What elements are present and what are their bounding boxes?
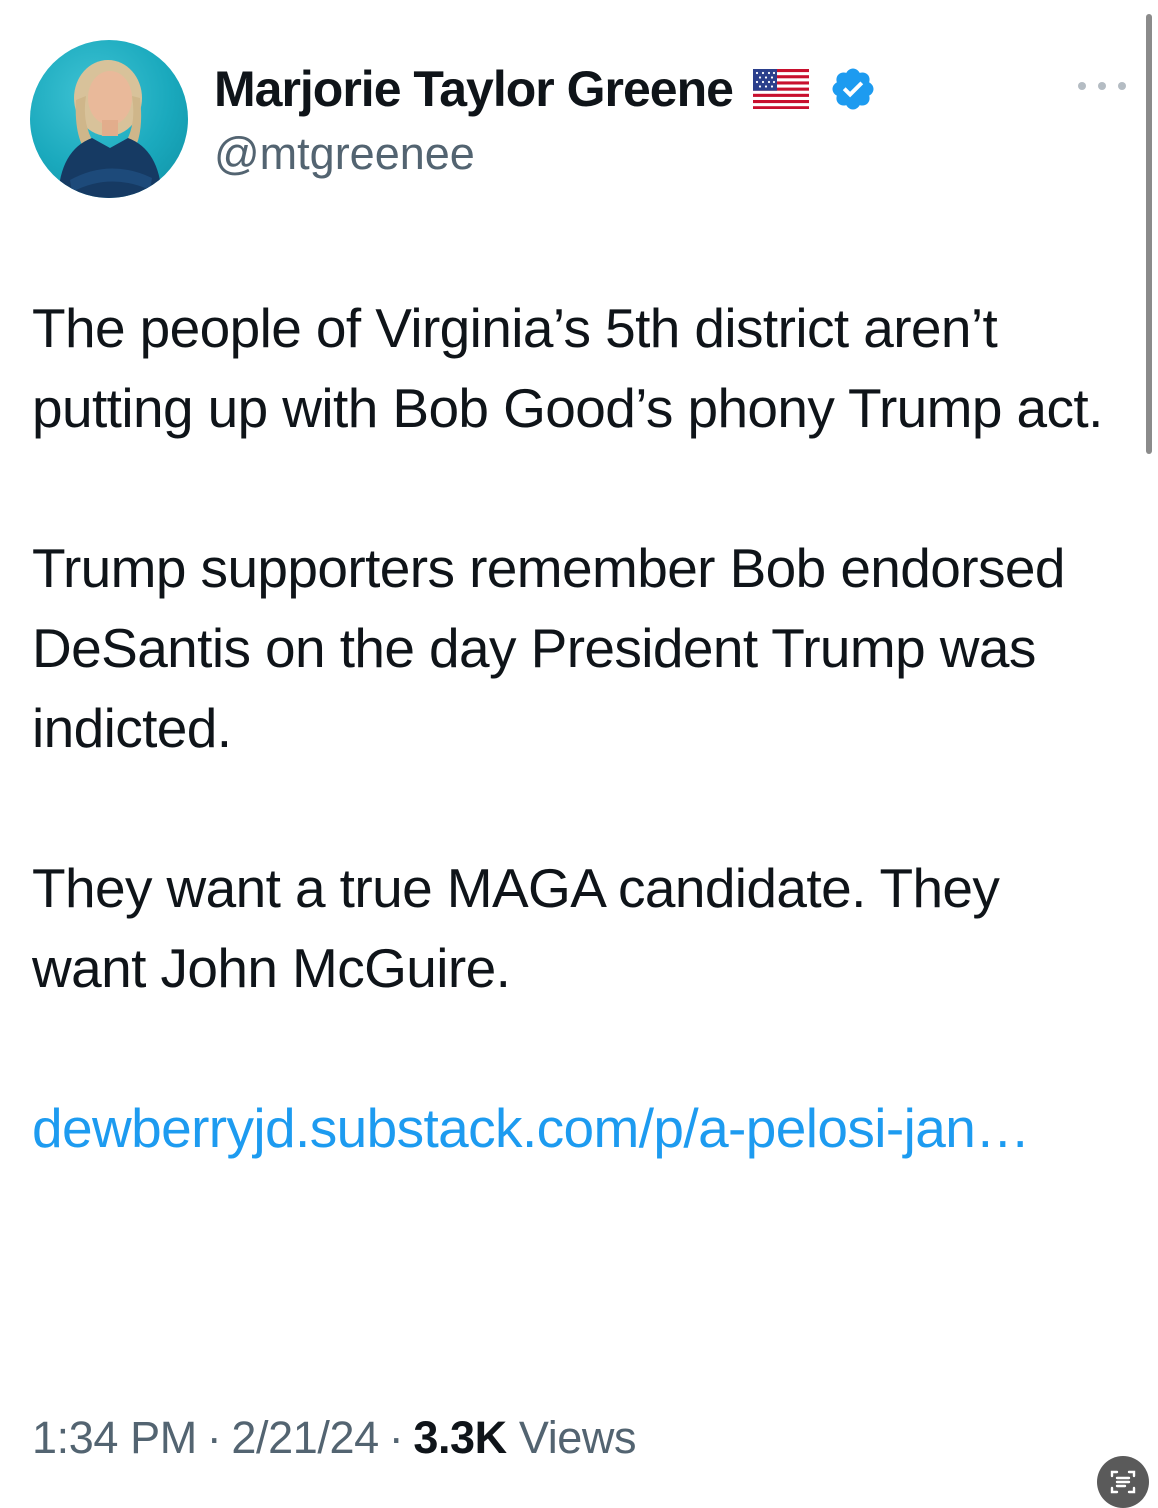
avatar[interactable] (30, 40, 188, 198)
tweet-date[interactable]: 2/21/24 (231, 1412, 379, 1463)
tweet-text: The people of Virginia’s 5th district ar… (32, 288, 1122, 1168)
tweet-link[interactable]: dewberryjd.substack.com/p/a-pelosi-jan… (32, 1097, 1030, 1159)
us-flag-icon (752, 69, 809, 109)
author-name-row: Marjorie Taylor Greene (214, 58, 877, 120)
tweet-paragraph: They want a true MAGA candidate. They wa… (32, 857, 1000, 999)
tweet-meta: 1:34 PM · 2/21/24 · 3.3K Views (32, 1412, 637, 1464)
scrollbar[interactable] (1146, 14, 1152, 454)
more-options-icon[interactable] (1078, 74, 1126, 98)
meta-separator: · (388, 1412, 404, 1463)
text-recognition-icon[interactable] (1097, 1456, 1149, 1508)
tweet-paragraph: The people of Virginia’s 5th district ar… (32, 297, 1103, 439)
views-count[interactable]: 3.3K (413, 1412, 507, 1463)
author-display-name[interactable]: Marjorie Taylor Greene (214, 60, 734, 118)
tweet: Marjorie Taylor Greene @mtgreenee The pe… (0, 0, 1158, 1508)
tweet-time[interactable]: 1:34 PM (32, 1412, 197, 1463)
verified-badge-icon[interactable] (829, 65, 877, 113)
views-label[interactable]: Views (519, 1412, 637, 1463)
meta-separator: · (206, 1412, 222, 1463)
author-handle[interactable]: @mtgreenee (214, 128, 475, 180)
tweet-paragraph: Trump supporters remember Bob endorsed D… (32, 537, 1065, 759)
tweet-link-paragraph: dewberryjd.substack.com/p/a-pelosi-jan… (32, 1088, 1122, 1168)
